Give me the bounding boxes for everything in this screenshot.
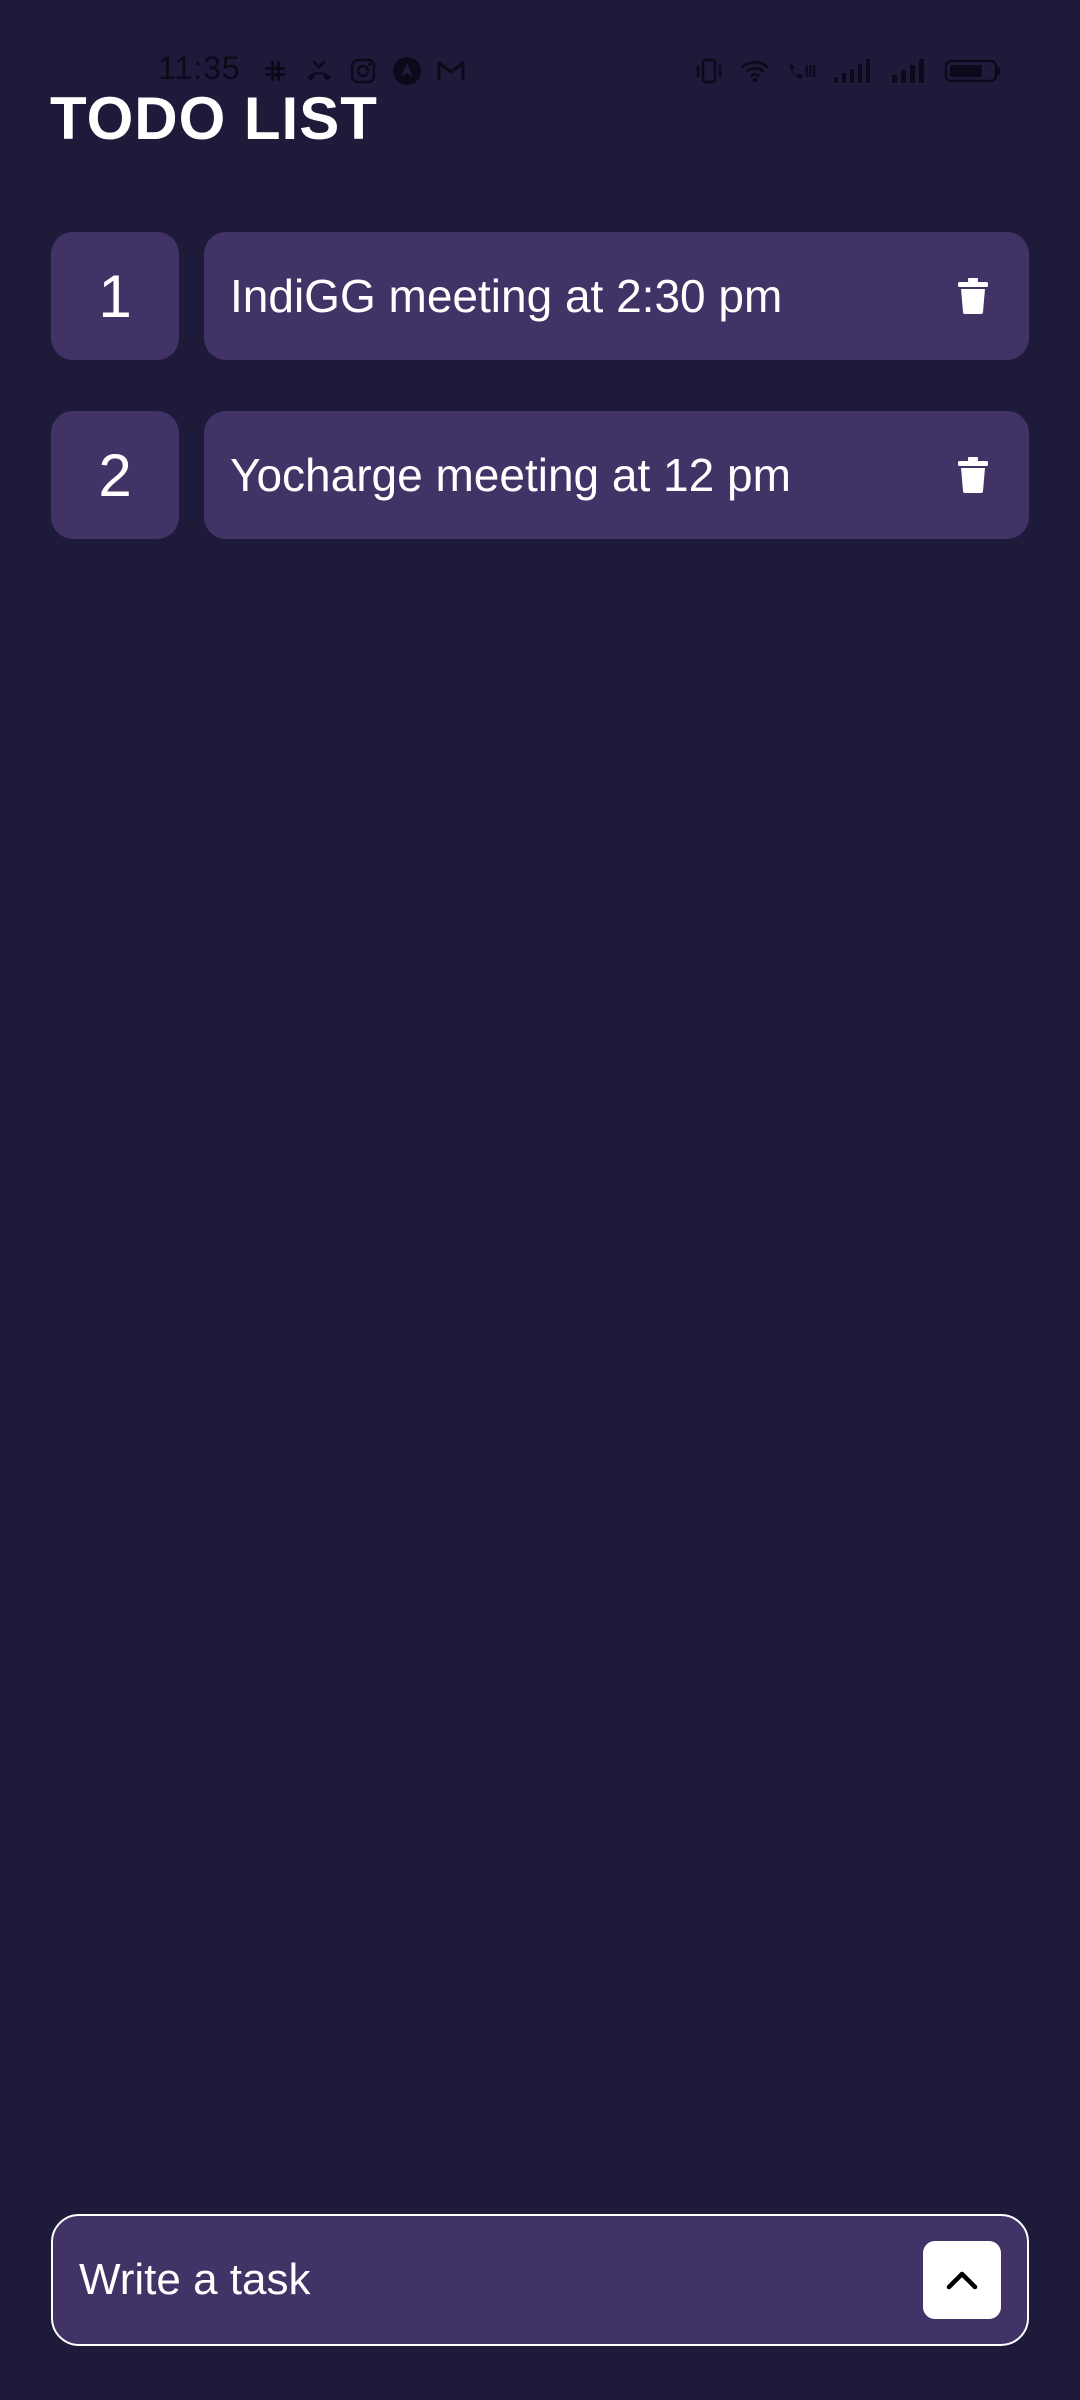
signal-2-icon <box>890 56 928 86</box>
slack-icon <box>260 56 290 86</box>
trash-icon <box>958 457 988 493</box>
instagram-icon <box>348 56 378 86</box>
page-title: TODO LIST <box>50 85 378 152</box>
status-time: 11:35 <box>158 50 241 86</box>
task-index-badge: 2 <box>51 411 179 539</box>
missed-call-icon <box>304 56 334 86</box>
battery-icon <box>944 56 1002 86</box>
task-card[interactable]: IndiGG meeting at 2:30 pm <box>204 232 1029 360</box>
nav-app-icon <box>392 56 422 86</box>
add-task-button[interactable] <box>923 2241 1001 2319</box>
task-composer <box>51 2214 1029 2346</box>
task-row: 2 Yocharge meeting at 12 pm <box>51 411 1029 539</box>
task-row: 1 IndiGG meeting at 2:30 pm <box>51 232 1029 360</box>
task-text: IndiGG meeting at 2:30 pm <box>230 270 783 322</box>
delete-task-button[interactable] <box>941 264 1005 328</box>
vibrate-icon <box>694 56 724 86</box>
task-list: 1 IndiGG meeting at 2:30 pm 2 Yocharge m… <box>51 232 1029 590</box>
todo-screen: 11:35 TODO LIST 1 IndiGG meeting at 2:30… <box>0 0 1080 2400</box>
wifi-icon <box>740 56 770 86</box>
notification-icons <box>260 56 466 86</box>
task-text: Yocharge meeting at 12 pm <box>230 449 791 501</box>
delete-task-button[interactable] <box>941 443 1005 507</box>
signal-1-icon <box>832 56 874 86</box>
task-card[interactable]: Yocharge meeting at 12 pm <box>204 411 1029 539</box>
system-status-icons <box>694 56 1002 86</box>
trash-icon <box>958 278 988 314</box>
gmail-icon <box>436 56 466 86</box>
wifi-calling-icon <box>786 56 816 86</box>
chevron-up-icon <box>946 2271 978 2290</box>
task-index-badge: 1 <box>51 232 179 360</box>
task-input[interactable] <box>79 2255 923 2305</box>
